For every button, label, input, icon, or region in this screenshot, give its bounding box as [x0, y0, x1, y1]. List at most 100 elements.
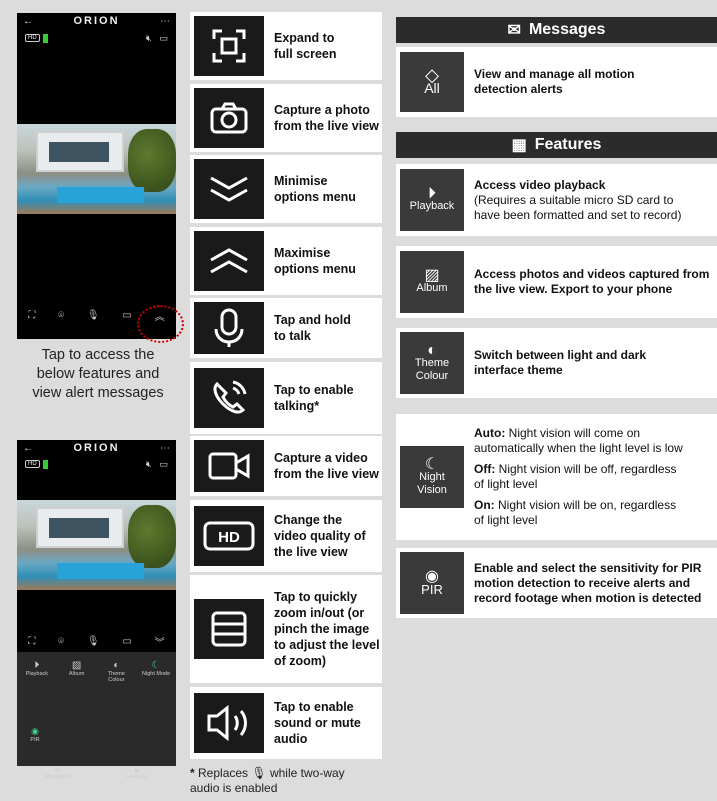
mic-icon: 🎙︎ — [251, 766, 267, 780]
description-line: video quality of — [274, 529, 366, 543]
description-line: zoom in/out (or — [274, 606, 365, 620]
theme-row[interactable]: ◐ Theme Colour Switch between light and … — [396, 328, 717, 398]
moon-icon: ☾ — [424, 455, 440, 473]
control-description: Capture a photo from the live view — [264, 102, 379, 134]
video-icon[interactable]: ▭ — [122, 310, 131, 321]
control-description: Tap and hold to talk — [264, 312, 351, 344]
phone-topbar: ← ORION ⋯ — [17, 440, 176, 456]
feature-night-mode[interactable]: ☾ Night Mode — [139, 660, 173, 683]
features-panel: ⏵ Playback ▨ Album ◐ Theme Colour ☾ Night Mo… — [17, 652, 176, 766]
control-description: Tap to enable talking* — [264, 382, 354, 414]
image-icon: ▨ — [424, 267, 440, 284]
more-icon[interactable]: ⋯ — [160, 443, 170, 454]
description-line: Tap to quickly — [274, 590, 358, 604]
minimise-icon — [194, 159, 264, 219]
album-row[interactable]: ▨ Album Access photos and videos capture… — [396, 246, 717, 318]
pir-row[interactable]: ◉ PIR Enable and select the sensitivity … — [396, 548, 717, 618]
camera-icon[interactable]: ⌾ — [58, 310, 64, 321]
app-logo: ORION — [73, 442, 120, 454]
control-description: Tap to enable sound or mute audio — [264, 699, 361, 747]
theme-colour-button[interactable]: ◐ Theme Colour — [400, 332, 464, 394]
description-line: Capture a photo — [274, 103, 370, 117]
description-line: Change the — [274, 513, 343, 527]
playback-row[interactable]: ⏵ Playback Access video playback (Requir… — [396, 164, 717, 236]
control-card-minimise: Minimise options menu — [190, 155, 382, 223]
messages-all-row[interactable]: ◇ All View and manage all motion detecti… — [396, 47, 717, 117]
battery-icon — [42, 459, 48, 469]
all-button[interactable]: ◇ All — [400, 52, 464, 112]
back-arrow-icon[interactable]: ← — [23, 443, 33, 454]
zoom-toggle-icon[interactable]: ▭ — [159, 33, 168, 44]
right-panel: ✉ Messages ◇ All View and manage all mot… — [392, 8, 717, 801]
camera-icon — [194, 88, 264, 148]
feature-theme-colour[interactable]: ◐ Theme Colour — [99, 660, 133, 683]
description-line: to adjust the level — [274, 638, 380, 652]
footnote: * Replaces 🎙︎ while two-way audio is ena… — [190, 766, 345, 795]
zoom-icon — [194, 599, 264, 659]
description-line: pinch the image — [274, 622, 370, 636]
playback-button[interactable]: ⏵ Playback — [400, 169, 464, 231]
control-description: Change the video quality of the live view — [264, 512, 366, 560]
minimise-icon[interactable]: ︾ — [155, 634, 165, 649]
hd-icon: HD — [194, 506, 264, 566]
control-bar: ⛶ ⌾ 🎙︎ ▭ ︾ — [17, 630, 176, 652]
messages-header: ✉ Messages — [396, 17, 717, 43]
feature-pir[interactable]: ◉ PIR — [25, 726, 45, 743]
control-card-video: Capture a video from the live view — [190, 436, 382, 496]
expand-icon — [194, 16, 264, 76]
tab-features[interactable]: ▦ Features — [126, 768, 148, 780]
zoom-toggle-icon[interactable]: ▭ — [159, 459, 168, 470]
description-line: Maximise — [274, 246, 331, 260]
video-icon[interactable]: ▭ — [122, 636, 131, 647]
more-icon[interactable]: ⋯ — [160, 16, 170, 27]
night-vision-button[interactable]: ☾ Night Vision — [400, 446, 464, 508]
expand-icon[interactable]: ⛶ — [28, 310, 35, 321]
phone-talk-icon — [194, 368, 264, 428]
control-card-phone-talk: Tap to enable talking* — [190, 362, 382, 434]
control-description: Tap to quickly zoom in/out (or pinch the i… — [264, 589, 380, 669]
night-vision-row[interactable]: ☾ Night Vision Auto: Night vision will c… — [396, 414, 717, 540]
highlight-circle — [137, 305, 184, 343]
description-line: from the live view — [274, 119, 379, 133]
hd-badge[interactable]: HD — [25, 460, 40, 468]
battery-icon — [42, 33, 48, 43]
palette-icon: ◐ — [427, 341, 437, 359]
mute-icon[interactable]: 🔇︎ — [146, 459, 152, 470]
phone-screen-1: ← ORION ⋯ HD 🔇︎ ▭ ⛶ ⌾ 🎙︎ ▭ ︽ — [17, 13, 176, 339]
svg-text:HD: HD — [218, 529, 240, 546]
description-line: the live view — [274, 545, 348, 559]
live-view-image — [17, 124, 176, 214]
description-line: full screen — [274, 47, 337, 61]
control-card-expand: Expand to full screen — [190, 12, 382, 80]
camera-icon[interactable]: ⌾ — [58, 636, 64, 647]
description-line: Capture a video — [274, 451, 368, 465]
description-line: Expand to — [274, 31, 335, 45]
control-card-hd: HD Change the video quality of the live vie… — [190, 500, 382, 572]
expand-icon[interactable]: ⛶ — [28, 636, 35, 647]
control-description: Maximise options menu — [264, 245, 356, 277]
album-button[interactable]: ▨ Album — [400, 251, 464, 313]
feature-album[interactable]: ▨ Album — [60, 660, 94, 683]
back-arrow-icon[interactable]: ← — [23, 16, 33, 27]
pir-button[interactable]: ◉ PIR — [400, 552, 464, 614]
mic-icon[interactable]: 🎙︎ — [87, 636, 100, 647]
description-line: sound or mute — [274, 716, 361, 730]
control-card-zoom: Tap to quickly zoom in/out (or pinch the i… — [190, 575, 382, 683]
mute-icon[interactable]: 🔇︎ — [146, 33, 152, 44]
feature-playback[interactable]: ⏵ Playback — [20, 660, 54, 683]
speaker-icon — [194, 693, 264, 753]
grid-icon: ▦ — [511, 137, 527, 154]
description-line: of zoom) — [274, 654, 327, 668]
control-card-mic: Tap and hold to talk — [190, 298, 382, 358]
hd-badge[interactable]: HD — [25, 34, 40, 42]
mic-icon — [194, 302, 264, 354]
description-line: to talk — [274, 329, 311, 343]
tab-messages[interactable]: ✉ Messages — [45, 768, 70, 780]
mic-icon[interactable]: 🎙︎ — [87, 310, 100, 321]
description-line: Tap to enable — [274, 700, 354, 714]
control-description: Capture a video from the live view — [264, 450, 379, 482]
description-line: audio — [274, 732, 308, 746]
description-line: options menu — [274, 190, 356, 204]
description-line: Tap to enable — [274, 383, 354, 397]
play-icon: ⏵ — [427, 185, 436, 202]
